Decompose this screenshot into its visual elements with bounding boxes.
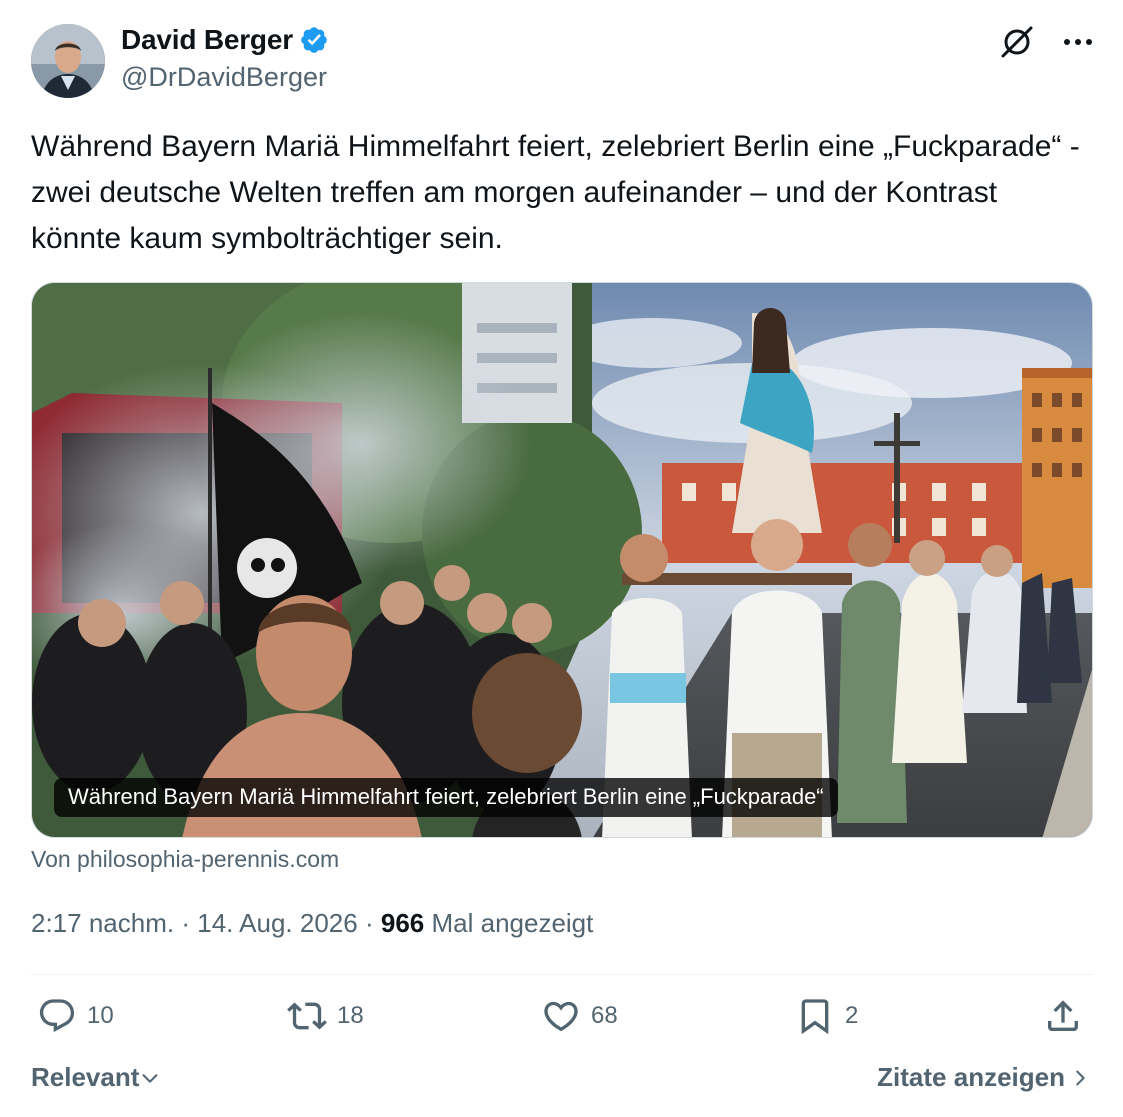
share-button[interactable] — [1043, 996, 1083, 1036]
bookmark-button[interactable]: 2 — [795, 996, 858, 1036]
link-card-image[interactable]: Während Bayern Mariä Himmelfahrt feiert,… — [31, 282, 1093, 838]
views-label: Mal angezeigt — [431, 908, 594, 938]
avatar[interactable] — [31, 24, 105, 98]
tweet-meta: 2:17 nachm. · 14. Aug. 2026 · 966 Mal an… — [31, 908, 593, 939]
image-caption: Während Bayern Mariä Himmelfahrt feiert,… — [54, 778, 838, 817]
like-count: 68 — [591, 1002, 618, 1029]
more-dots-icon[interactable] — [1063, 37, 1093, 47]
chevron-right-icon — [1076, 1070, 1085, 1085]
article-photo — [32, 283, 1092, 837]
author-handle[interactable]: @DrDavidBerger — [121, 62, 327, 93]
tweet-text: Während Bayern Mariä Himmelfahrt feiert,… — [31, 130, 1080, 255]
meta-separator: · — [181, 908, 190, 938]
bookmark-count: 2 — [845, 1002, 859, 1029]
meta-separator: · — [364, 908, 374, 938]
bookmark-icon — [801, 999, 829, 1035]
author-name-row[interactable]: David Berger — [121, 24, 329, 56]
like-button[interactable]: 68 — [541, 996, 618, 1036]
verified-badge-icon[interactable] — [299, 25, 329, 55]
repost-button[interactable]: 18 — [287, 996, 364, 1036]
header-actions — [999, 24, 1093, 60]
author-display-name[interactable]: David Berger — [121, 24, 293, 56]
action-bar: 10 18 68 2 — [31, 996, 1093, 1042]
share-icon — [1048, 1000, 1078, 1031]
heart-icon — [544, 1001, 578, 1032]
reply-count: 10 — [87, 1002, 114, 1029]
profile-photo — [31, 24, 105, 98]
repost-count: 18 — [337, 1002, 364, 1029]
view-quotes-link[interactable]: Zitate anzeigen — [877, 1062, 1091, 1093]
repost-icon — [287, 1002, 327, 1030]
quotes-label: Zitate anzeigen — [877, 1062, 1065, 1092]
chevron-down-icon — [142, 1073, 158, 1083]
link-source[interactable]: Von philosophia-perennis.com — [31, 846, 339, 873]
views-count: 966 — [380, 908, 425, 938]
reply-button[interactable]: 10 — [37, 996, 114, 1036]
reply-icon — [39, 999, 75, 1033]
grok-icon[interactable] — [999, 24, 1035, 60]
tweet-time[interactable]: 2:17 nachm. — [31, 908, 174, 938]
sort-label: Relevant — [31, 1062, 140, 1092]
tweet-date[interactable]: 14. Aug. 2026 — [197, 908, 357, 938]
sort-replies-dropdown[interactable]: Relevant — [31, 1062, 161, 1093]
divider — [31, 974, 1093, 975]
